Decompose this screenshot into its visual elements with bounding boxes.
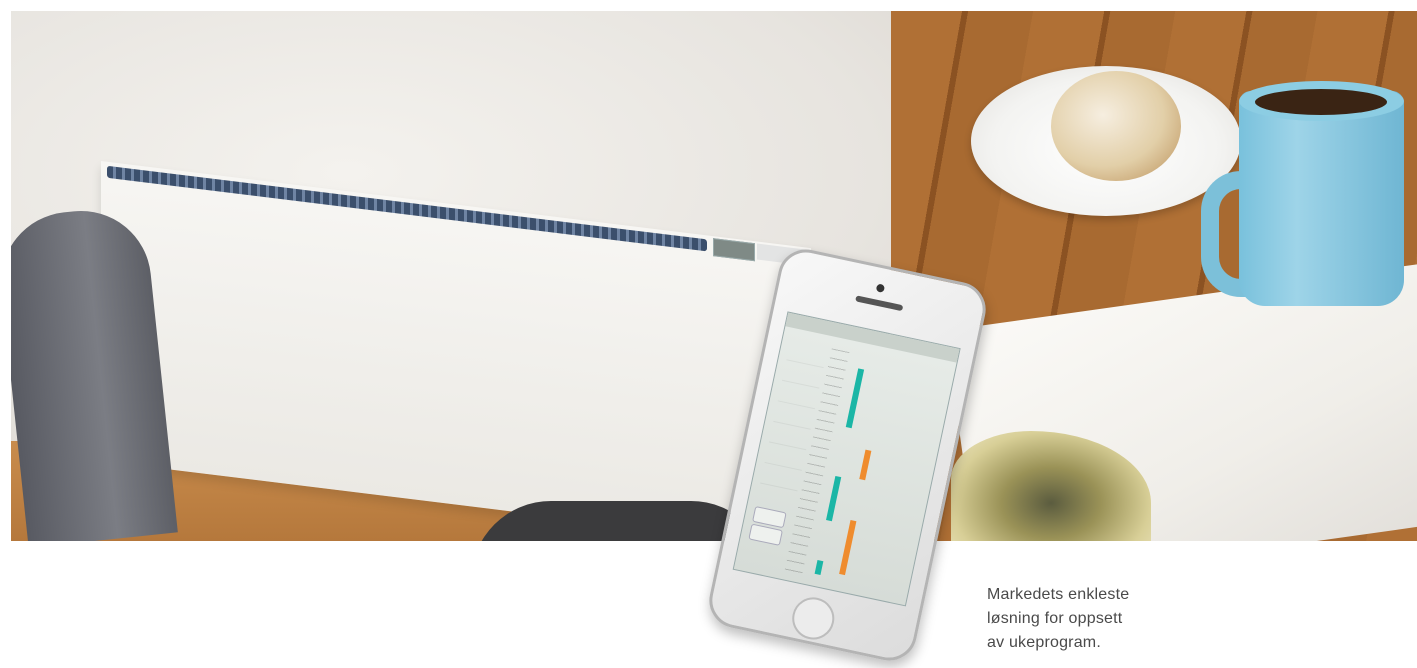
schedule-bar-teal [826, 475, 842, 522]
home-button [788, 593, 839, 644]
caption: Markedets enkleste løsning for oppsett a… [987, 583, 1167, 655]
coffee [1255, 89, 1387, 115]
schedule-bar-teal [814, 560, 824, 576]
caption-line-3: av ukeprogram. [987, 634, 1101, 651]
caption-line-1: Markedets enkleste [987, 586, 1130, 603]
phone-screen [732, 311, 961, 607]
heater-display [713, 238, 755, 262]
schedule-bar-orange [859, 449, 872, 481]
bread-roll [1051, 71, 1181, 181]
coffee-mug [1239, 91, 1404, 306]
speaker-icon [855, 295, 904, 312]
camera-icon [875, 283, 886, 293]
schedule-bar-teal [845, 368, 865, 429]
schedule-bar-orange [839, 520, 857, 576]
hero-photo [11, 11, 1417, 541]
caption-line-2: løsning for oppsett [987, 610, 1123, 627]
